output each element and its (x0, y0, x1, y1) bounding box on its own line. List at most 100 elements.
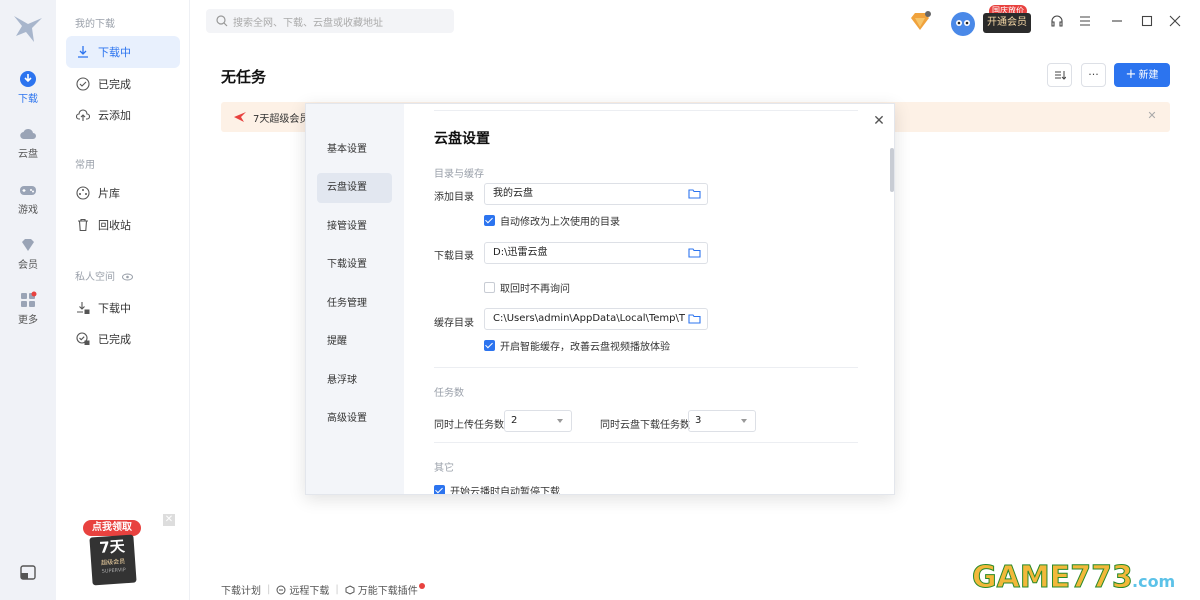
footer-download-plan[interactable]: 下载计划 (221, 582, 261, 597)
auto-modify-label: 自动修改为上次使用的目录 (500, 217, 620, 228)
folder-icon[interactable] (688, 188, 701, 199)
sidebar-item-recycle-bin[interactable]: 回收站 (66, 209, 180, 241)
sidebar-item-cloud-add[interactable]: 云添加 (66, 99, 180, 131)
download-icon (20, 71, 36, 87)
diamond-vip-icon[interactable] (908, 11, 932, 33)
no-ask-checkbox[interactable]: 取回时不再询问 (484, 280, 570, 295)
sidebar-item-label: 下载中 (98, 302, 131, 315)
rail-more[interactable]: 更多 (0, 291, 56, 335)
settings-nav-basic[interactable]: 基本设置 (317, 135, 392, 165)
settings-scrollbar[interactable] (890, 148, 894, 192)
cloud-download-count-select[interactable]: 3 (688, 410, 756, 432)
open-vip-button[interactable]: 开通会员 (983, 13, 1031, 33)
checkbox-checked-icon (484, 215, 495, 226)
cloud-icon (20, 128, 36, 140)
promo-card: 7天 超级会员 SUPERVIP (89, 534, 137, 586)
settings-nav-task-management[interactable]: 任务管理 (317, 289, 392, 319)
folder-icon[interactable] (688, 313, 701, 324)
more-dots-icon: ··· (1088, 68, 1099, 81)
avatar[interactable] (950, 11, 978, 37)
task-count-header: 任务数 (434, 388, 464, 399)
lock-download-icon (77, 302, 90, 314)
minimize-icon[interactable] (1110, 14, 1124, 28)
rail-game[interactable]: 游戏 (0, 181, 56, 225)
auto-pause-label: 开始云播时自动暂停下载 (450, 487, 560, 494)
checkbox-checked-icon (484, 340, 495, 351)
lock-check-icon (76, 332, 90, 345)
left-rail: 下载 云盘 游戏 会员 更多 (0, 0, 56, 600)
dir-cache-header: 目录与缓存 (434, 169, 484, 180)
cache-dir-field[interactable]: C:\Users\admin\AppData\Local\Temp\T (484, 308, 708, 330)
my-downloads-header: 我的下载 (75, 19, 115, 30)
sidebar-item-label: 下载中 (98, 46, 131, 59)
settings-nav-takeover[interactable]: 接管设置 (317, 212, 392, 242)
banner-text: 7天超级会员 (253, 113, 310, 125)
sidebar-item-label: 回收站 (98, 219, 131, 232)
rail-more-label: 更多 (18, 315, 38, 326)
footer-separator: | (335, 584, 339, 595)
sidebar-item-completed[interactable]: 已完成 (66, 68, 180, 100)
vip-trial-promo[interactable]: 点我领取 7天 超级会员 SUPERVIP (83, 518, 145, 586)
settings-nav-download[interactable]: 下载设置 (317, 250, 392, 280)
smart-cache-checkbox[interactable]: 开启智能缓存，改善云盘视频播放体验 (484, 338, 670, 353)
maximize-icon[interactable] (1140, 14, 1154, 28)
footer-bar: 下载计划 | 远程下载 | 万能下载插件 (221, 582, 429, 597)
promo-close-icon[interactable]: ✕ (163, 514, 175, 526)
add-dir-value: 我的云盘 (493, 188, 533, 199)
auto-pause-checkbox[interactable]: 开始云播时自动暂停下载 (434, 483, 560, 494)
diamond-icon (22, 239, 34, 251)
sort-button[interactable] (1047, 63, 1072, 87)
footer-separator: | (267, 584, 271, 595)
page-title: 无任务 (221, 68, 267, 86)
chevron-down-icon (557, 419, 563, 423)
rail-download[interactable]: 下载 (0, 70, 56, 114)
eye-icon[interactable] (122, 273, 134, 281)
notification-dot (418, 582, 425, 589)
settings-nav-cloud[interactable]: 云盘设置 (317, 173, 392, 203)
sidebar-item-label: 已完成 (98, 333, 131, 346)
banner-close-icon[interactable]: ✕ (1146, 110, 1158, 122)
close-window-icon[interactable] (1168, 14, 1182, 28)
auto-modify-checkbox[interactable]: 自动修改为上次使用的目录 (484, 213, 620, 228)
sidebar-item-film-library[interactable]: 片库 (66, 177, 180, 209)
cloud-download-count-value: 3 (695, 415, 702, 426)
cache-dir-value: C:\Users\admin\AppData\Local\Temp\T (493, 313, 685, 324)
settings-nav-advanced[interactable]: 高级设置 (317, 404, 392, 434)
promo-supervip: SUPERVIP (101, 567, 127, 575)
sidebar-item-downloading[interactable]: 下载中 (66, 36, 180, 68)
plus-icon: + (1125, 67, 1137, 82)
upload-count-select[interactable]: 2 (504, 410, 572, 432)
menu-icon[interactable] (1078, 14, 1092, 28)
download-dir-field[interactable]: D:\迅雷云盘 (484, 242, 708, 264)
settings-nav: 基本设置 云盘设置 接管设置 下载设置 任务管理 提醒 悬浮球 高级设置 (306, 104, 404, 494)
cloud-download-count-label: 同时云盘下载任务数 (600, 420, 690, 431)
more-options-button[interactable]: ··· (1081, 63, 1106, 87)
dialog-close-icon[interactable]: ✕ (872, 114, 886, 128)
sidebar-item-label: 云添加 (98, 109, 131, 122)
search-icon (216, 15, 228, 27)
mini-mode-icon[interactable] (16, 561, 40, 585)
footer-remote-download[interactable]: 远程下载 (289, 582, 329, 597)
folder-icon[interactable] (688, 247, 701, 258)
sidebar-item-private-downloading[interactable]: 下载中 (66, 292, 180, 324)
rail-vip[interactable]: 会员 (0, 236, 56, 280)
settings-nav-reminder[interactable]: 提醒 (317, 327, 392, 357)
settings-nav-floating-ball[interactable]: 悬浮球 (317, 366, 392, 396)
sidebar-item-label: 已完成 (98, 78, 131, 91)
download-icon (78, 46, 88, 58)
svg-text:GAME773: GAME773 (972, 560, 1133, 595)
divider (434, 442, 858, 443)
rail-game-label: 游戏 (18, 205, 38, 216)
headset-icon[interactable] (1050, 14, 1064, 28)
search-input[interactable]: 搜索全网、下载、云盘或收藏地址 (206, 9, 454, 33)
game773-watermark: GAME773 .com (972, 560, 1175, 596)
new-task-button[interactable]: + 新建 (1114, 63, 1170, 87)
rail-cloud[interactable]: 云盘 (0, 125, 56, 169)
plugin-icon (345, 584, 355, 595)
add-dir-field[interactable]: 我的云盘 (484, 183, 708, 205)
private-space-header: 私人空间 (75, 268, 134, 283)
sidebar-item-private-completed[interactable]: 已完成 (66, 323, 180, 355)
download-dir-value: D:\迅雷云盘 (493, 247, 548, 258)
no-ask-label: 取回时不再询问 (500, 284, 570, 295)
footer-universal-plugin[interactable]: 万能下载插件 (358, 582, 418, 597)
